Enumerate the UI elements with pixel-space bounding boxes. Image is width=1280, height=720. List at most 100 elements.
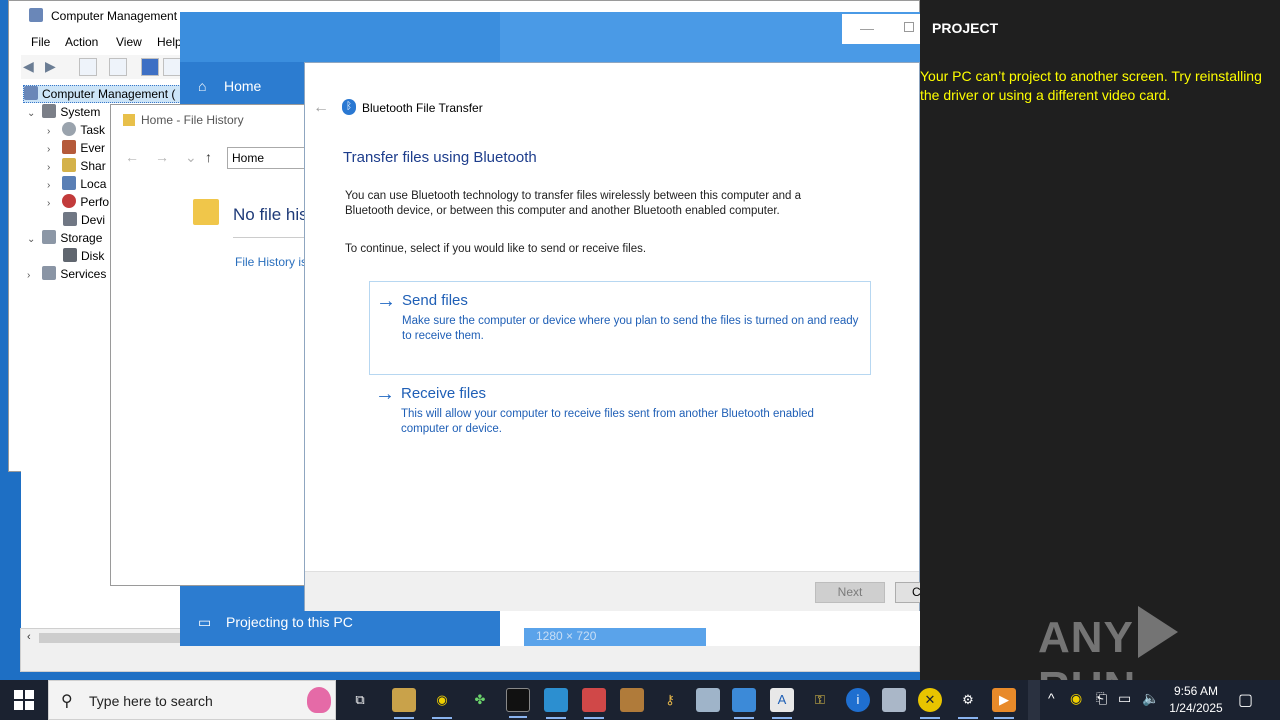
project-heading: PROJECT	[932, 20, 999, 36]
chevron-up-icon[interactable]: ^	[1048, 690, 1055, 706]
tree-item-event-viewer[interactable]: › Ever	[47, 140, 105, 158]
dialog-footer: Next Cancel	[305, 571, 925, 611]
clock[interactable]: 9:56 AM 1/24/2025	[1156, 683, 1236, 717]
divider	[233, 237, 311, 238]
scroll-left-icon[interactable]: ‹	[27, 631, 31, 643]
clock-icon	[62, 122, 77, 136]
bluetooth-icon: ᛒ	[342, 99, 356, 115]
chevron-down-icon[interactable]: ⌄	[27, 234, 39, 245]
dialog-heading: Transfer files using Bluetooth	[343, 149, 537, 166]
keys-icon[interactable]: ⚿	[808, 688, 832, 712]
books-icon[interactable]	[620, 688, 644, 712]
disk-icon	[63, 248, 77, 262]
remote-desktop-icon[interactable]	[544, 688, 568, 719]
chevron-right-icon[interactable]: ›	[47, 198, 59, 209]
control-panel-icon[interactable]	[732, 688, 756, 719]
bluetooth-file-transfer-dialog: ← ᛒ Bluetooth File Transfer Transfer fil…	[304, 62, 925, 611]
window-title: Home - File History	[141, 113, 244, 127]
home-icon: ⌂	[198, 78, 207, 94]
lotus-icon	[307, 687, 331, 713]
back-icon[interactable]: ◀	[23, 58, 41, 76]
tree-item-system-tools[interactable]: ⌄ System	[27, 104, 100, 122]
network-tray-icon[interactable]: ▭	[1118, 690, 1131, 707]
display-icon[interactable]	[582, 688, 606, 719]
nav-projecting[interactable]: ▭ Projecting to this PC	[198, 614, 353, 631]
tree-item-storage[interactable]: ⌄ Storage	[27, 230, 102, 248]
tree-item-shared-folders[interactable]: › Shar	[47, 158, 106, 176]
arrow-right-icon: →	[376, 290, 396, 312]
help-icon[interactable]	[141, 58, 159, 76]
start-button[interactable]	[14, 690, 34, 710]
play-logo-icon	[1137, 606, 1178, 658]
next-button[interactable]: Next	[815, 582, 885, 603]
receive-files-option[interactable]: → Receive files This will allow your com…	[369, 375, 871, 469]
chevron-right-icon[interactable]: ›	[47, 126, 59, 137]
minimize-icon[interactable]: —	[860, 20, 874, 36]
send-files-label: Send files	[402, 292, 468, 309]
window-controls: —	[842, 14, 920, 44]
broadcast-icon[interactable]: ◉	[430, 688, 454, 719]
resolution-dropdown[interactable]: 1280 × 720	[524, 628, 706, 646]
project-error-message: Your PC can’t project to another screen.…	[920, 68, 1262, 103]
font-icon[interactable]: A	[770, 688, 794, 719]
chevron-down-icon[interactable]: ⌄	[27, 108, 39, 119]
menu-view[interactable]: View	[116, 35, 142, 49]
network-icon[interactable]: ✤	[468, 688, 492, 712]
printer-icon[interactable]	[882, 688, 906, 712]
properties-icon[interactable]	[163, 58, 181, 76]
menu-action[interactable]: Action	[65, 35, 98, 49]
settings-home[interactable]: ⌂ Home	[198, 78, 261, 94]
notifications-icon[interactable]: ▢	[1238, 690, 1253, 710]
task-view-icon[interactable]: ⧉	[348, 688, 372, 712]
projecting-icon: ▭	[198, 614, 212, 630]
tree-item-disk-management[interactable]: Disk	[63, 248, 104, 266]
broadcast-tray-icon[interactable]: ◉	[1070, 690, 1082, 707]
chevron-right-icon[interactable]: ›	[47, 162, 59, 173]
settings-gear-icon[interactable]: ⚙	[956, 688, 980, 719]
up-arrow-icon[interactable]: ↑	[205, 149, 212, 165]
close-app-icon[interactable]: ✕	[918, 688, 942, 719]
tree-item-device-manager[interactable]: Devi	[63, 212, 105, 230]
dialog-description: You can use Bluetooth technology to tran…	[345, 190, 802, 217]
nav-arrows-icon[interactable]: ←→⌄	[125, 149, 213, 166]
chevron-right-icon[interactable]: ›	[47, 144, 59, 155]
file-history-window: Home - File History ←→⌄ ↑ Home No file h…	[110, 104, 311, 586]
menu-file[interactable]: File	[31, 35, 50, 49]
tree-item-services[interactable]: › Services	[27, 266, 106, 284]
menu-help[interactable]: Help	[157, 35, 182, 49]
forward-icon[interactable]: ▶	[45, 58, 63, 76]
device-manager-icon	[63, 212, 77, 226]
storage-icon	[42, 230, 57, 244]
show-hide-tree-icon[interactable]	[79, 58, 97, 76]
taskbar-search[interactable]: ⚲ Type here to search	[48, 680, 336, 720]
services-icon	[42, 266, 57, 280]
computer-management-icon	[29, 8, 43, 22]
clock-date: 1/24/2025	[1169, 701, 1223, 715]
tools-icon	[42, 104, 57, 118]
address-bar[interactable]: Home	[227, 147, 311, 169]
info-icon[interactable]: i	[846, 688, 870, 712]
chevron-right-icon[interactable]: ›	[27, 270, 39, 281]
tree-item-local-users[interactable]: › Loca	[47, 176, 106, 194]
storage-drive-icon[interactable]	[696, 688, 720, 712]
event-viewer-icon	[62, 140, 77, 154]
key-icon[interactable]: ⚷	[658, 688, 682, 712]
file-history-link[interactable]: File History is	[235, 255, 307, 269]
maximize-icon[interactable]	[904, 22, 914, 32]
files-icon[interactable]	[392, 688, 416, 719]
usb-icon[interactable]: ⎗	[1096, 690, 1107, 707]
tree-item-performance[interactable]: › Perfo	[47, 194, 109, 212]
scroll-tray-icon[interactable]	[1028, 680, 1040, 720]
chevron-right-icon[interactable]: ›	[47, 180, 59, 191]
continue-instruction: To continue, select if you would like to…	[345, 243, 647, 255]
export-list-icon[interactable]	[109, 58, 127, 76]
send-files-option[interactable]: → Send files Make sure the computer or d…	[369, 281, 871, 375]
computer-management-icon	[24, 86, 38, 100]
back-arrow-icon[interactable]: ←	[313, 99, 329, 117]
media-player-icon[interactable]: ▶	[992, 688, 1016, 719]
horizontal-scrollbar[interactable]	[39, 633, 189, 643]
tree-item-computer-management[interactable]: Computer Management (	[23, 85, 203, 103]
tree-item-task-scheduler[interactable]: › Task	[47, 122, 105, 140]
send-files-description: Make sure the computer or device where y…	[402, 315, 859, 342]
terminal-icon[interactable]	[506, 688, 530, 718]
